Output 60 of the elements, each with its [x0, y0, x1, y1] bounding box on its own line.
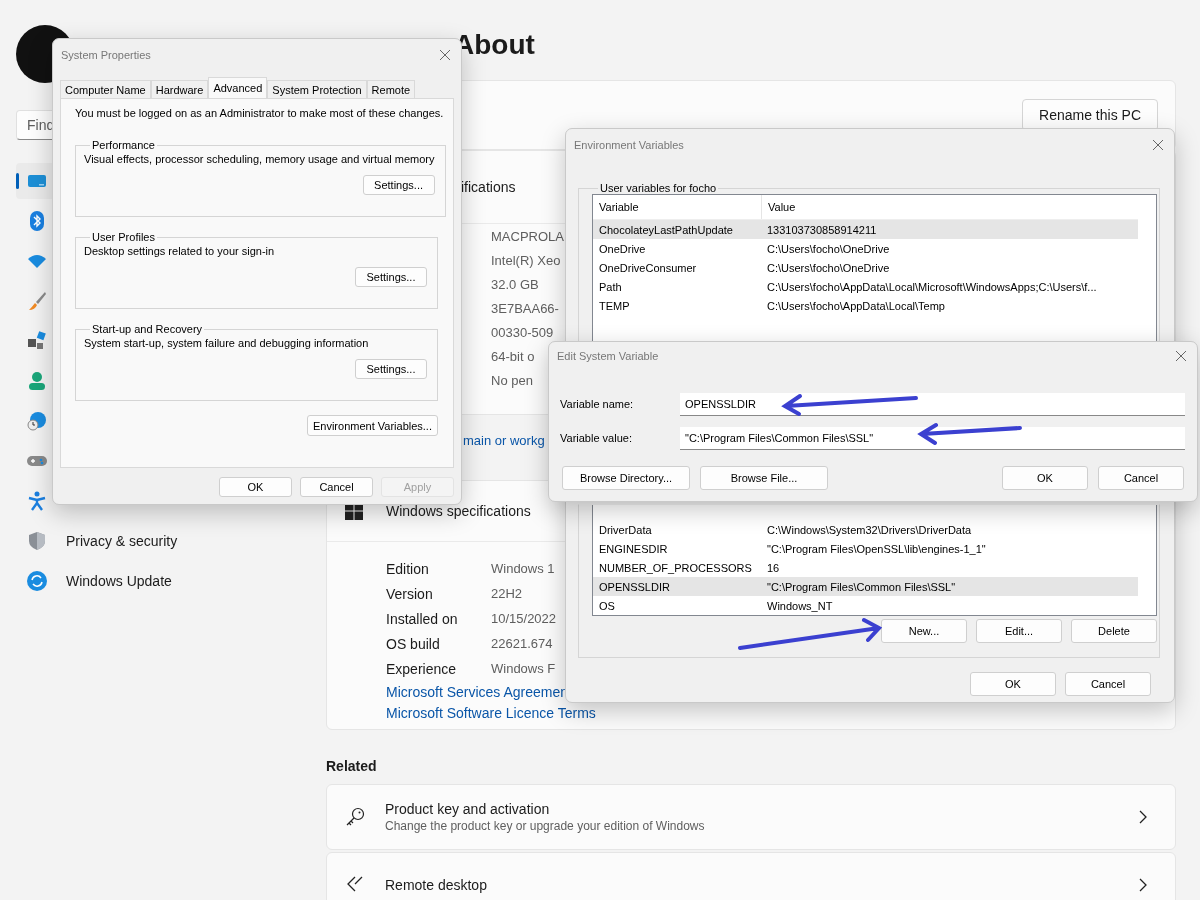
spec-value: 00330-509	[491, 324, 554, 340]
column-header: Value	[767, 200, 796, 215]
table-cell-text: OS	[598, 599, 616, 612]
group-description: System start-up, system failure and debugging information	[84, 337, 370, 351]
spec-label: OS build	[386, 635, 441, 652]
spec-label: Edition	[386, 560, 430, 577]
table-cell-text: C:\Users\focho\AppData\Local\Temp	[766, 299, 945, 312]
group-title: Performance	[91, 139, 156, 151]
table-cell-text: C:\Users\focho\OneDrive	[766, 242, 890, 255]
related-title: Product key and activation	[385, 801, 551, 817]
group-description: Desktop settings related to your sign-in	[84, 245, 276, 259]
spec-value: No pen	[491, 372, 533, 388]
table-cell-text: OneDriveConsumer	[598, 261, 698, 274]
section-heading: Related	[326, 758, 377, 774]
nav-label: Privacy & security	[66, 533, 178, 549]
table-cell-text: C:\Users\focho\OneDrive	[766, 261, 890, 274]
spec-value: Windows F	[491, 661, 556, 676]
nav-label: Windows Update	[66, 573, 172, 589]
spec-label: Installed on	[386, 610, 459, 627]
window-title: Environment Variables	[574, 139, 684, 151]
spec-value: 10/15/2022	[491, 611, 557, 626]
spec-value: 22621.674	[491, 636, 553, 651]
field-label: Variable name:	[560, 398, 635, 410]
related-subtitle: Change the product key or upgrade your edition of Windows	[385, 819, 706, 833]
field-label: Variable value:	[560, 432, 633, 444]
table-cell-text: C:\Windows\System32\Drivers\DriverData	[766, 523, 972, 536]
spec-value: 22H2	[491, 586, 523, 601]
group-title: Start-up and Recovery	[91, 323, 204, 335]
table-cell-text: C:\Users\focho\AppData\Local\Microsoft\WindowsApps;C:\Users\f...	[766, 280, 1097, 293]
table-cell-text: ChocolateyLastPathUpdate	[598, 223, 734, 236]
window-title: System Properties	[61, 49, 151, 61]
table-cell-text: Path	[598, 280, 623, 293]
spec-value: 64-bit o	[491, 348, 535, 364]
table-cell-text: OPENSSLDIR	[598, 580, 671, 593]
group-title: User Profiles	[91, 231, 156, 243]
spec-value: MACPROLA	[491, 228, 564, 244]
table-cell-text: 16	[766, 561, 780, 574]
table-cell-text: OneDrive	[598, 242, 647, 255]
section-heading: Windows specifications	[386, 503, 531, 519]
spec-label: Experience	[386, 660, 458, 677]
table-cell-text: NUMBER_OF_PROCESSORS	[598, 561, 753, 574]
notice-text: You must be logged on as an Administrator to make most of these changes.	[75, 107, 444, 119]
table-cell-text: "C:\Program Files\Common Files\SSL"	[766, 580, 956, 593]
table-cell-text: "C:\Program Files\OpenSSL\lib\engines-1_1"	[766, 542, 986, 555]
table-cell-text: Windows_NT	[766, 599, 833, 612]
table-cell-text: ENGINESDIR	[598, 542, 669, 555]
related-title: Remote desktop	[385, 877, 488, 893]
table-cell-text: 133103730858914211	[766, 223, 877, 236]
group-description: Visual effects, processor scheduling, memory usage and virtual memory	[84, 153, 435, 167]
spec-value: 32.0 GB	[491, 276, 539, 292]
table-cell-text: TEMP	[598, 299, 631, 312]
spec-label: Version	[386, 585, 434, 602]
column-header: Variable	[593, 195, 762, 219]
spec-value: Intel(R) Xeo	[491, 252, 561, 268]
section-heading: ifications	[461, 179, 516, 195]
window-title: Edit System Variable	[557, 350, 659, 362]
spec-value: 3E7BAA66-	[491, 300, 559, 316]
table-cell-text: DriverData	[598, 523, 653, 536]
group-title: User variables for focho	[599, 182, 718, 194]
spec-value: Windows 1	[491, 561, 555, 576]
